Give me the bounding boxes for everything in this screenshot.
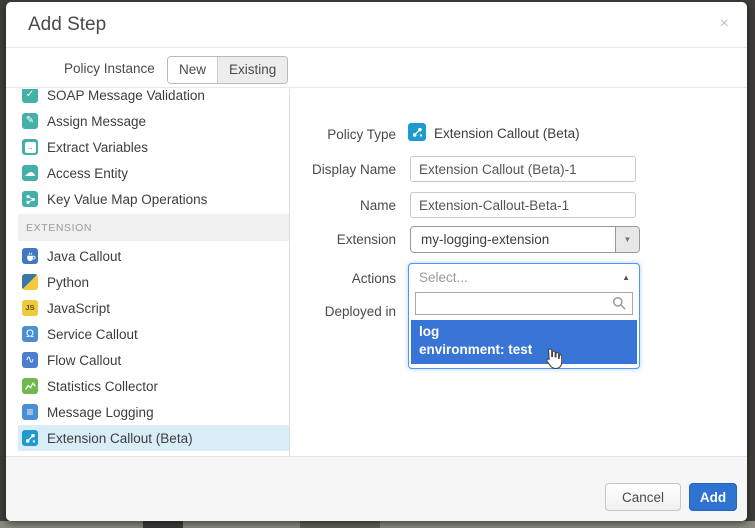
dialog-body: ✓ SOAP Message Validation ✎ Assign Message →… xyxy=(6,89,747,456)
message-logging-icon: ≡ xyxy=(22,404,38,420)
sidebar-item-label: Key Value Map Operations xyxy=(47,192,207,207)
policy-instance-row: Policy Instance New Existing xyxy=(6,48,747,88)
actions-option-line1: log xyxy=(419,323,629,341)
display-name-label: Display Name xyxy=(246,161,396,179)
access-entity-icon: ☁ xyxy=(22,165,38,181)
name-label: Name xyxy=(246,197,396,215)
cancel-button[interactable]: Cancel xyxy=(605,483,681,511)
policy-type-label: Policy Type xyxy=(246,126,396,144)
extension-select[interactable]: my-logging-extension ▼ xyxy=(410,226,640,253)
add-button[interactable]: Add xyxy=(689,483,737,511)
sidebar-item-label: Extract Variables xyxy=(47,140,148,155)
page-behind-modal-block xyxy=(143,521,183,528)
actions-placeholder: Select... xyxy=(419,270,468,285)
sidebar-item-label: Assign Message xyxy=(47,114,146,129)
extract-variables-icon: → xyxy=(22,139,38,155)
javascript-icon: JS xyxy=(22,300,38,316)
extension-select-value: my-logging-extension xyxy=(421,227,549,252)
key-value-map-icon xyxy=(22,191,38,207)
deployed-in-label: Deployed in xyxy=(246,303,396,321)
page-title: Add Step xyxy=(28,2,106,48)
policy-instance-toggle: New Existing xyxy=(167,56,288,84)
extension-label: Extension xyxy=(246,231,396,249)
name-field[interactable] xyxy=(410,192,636,218)
dialog-header: Add Step × xyxy=(6,2,747,48)
chevron-up-icon: ▲ xyxy=(622,264,630,291)
sidebar-item-label: Extension Callout (Beta) xyxy=(47,431,193,446)
sidebar-item-label: Service Callout xyxy=(47,327,138,342)
add-step-dialog: Add Step × Policy Instance New Existing … xyxy=(6,2,747,521)
extension-callout-icon xyxy=(408,123,426,141)
python-icon xyxy=(22,274,38,290)
actions-select-trigger[interactable]: Select... ▲ xyxy=(409,264,639,291)
sidebar-item-soap-message-validation[interactable]: ✓ SOAP Message Validation xyxy=(18,89,289,108)
sidebar-item-label: Python xyxy=(47,275,89,290)
sidebar-item-service-callout[interactable]: Ω Service Callout xyxy=(18,321,289,347)
sidebar-item-label: SOAP Message Validation xyxy=(47,89,205,103)
assign-message-icon: ✎ xyxy=(22,113,38,129)
chevron-down-icon: ▼ xyxy=(615,227,639,252)
statistics-icon xyxy=(22,378,38,394)
sidebar-item-label: Message Logging xyxy=(47,405,154,420)
actions-search-input[interactable] xyxy=(415,292,633,315)
page-behind-modal-block xyxy=(300,521,380,528)
policy-type-value: Extension Callout (Beta) xyxy=(434,126,580,141)
sidebar-item-label: Flow Callout xyxy=(47,353,121,368)
policy-form: Policy Type Display Name Name Extension … xyxy=(290,89,747,456)
dialog-footer: Cancel Add xyxy=(6,456,747,521)
java-icon xyxy=(22,248,38,264)
sidebar-item-extension-callout-beta[interactable]: Extension Callout (Beta) xyxy=(18,425,289,451)
sidebar-item-label: Access Entity xyxy=(47,166,128,181)
actions-search xyxy=(415,292,633,315)
extension-callout-icon xyxy=(22,430,38,446)
actions-option-line2: environment: test xyxy=(419,341,629,359)
actions-dropdown: Select... ▲ log environment: test xyxy=(408,263,640,369)
sidebar-item-message-logging[interactable]: ≡ Message Logging xyxy=(18,399,289,425)
sidebar-item-label: JavaScript xyxy=(47,301,110,316)
new-button[interactable]: New xyxy=(168,57,217,83)
existing-button[interactable]: Existing xyxy=(217,57,287,83)
actions-option-log[interactable]: log environment: test xyxy=(411,320,637,364)
sidebar-item-statistics-collector[interactable]: Statistics Collector xyxy=(18,373,289,399)
sidebar-item-label: Statistics Collector xyxy=(47,379,158,394)
sidebar-item-label: Java Callout xyxy=(47,249,121,264)
search-icon xyxy=(612,296,627,311)
soap-message-validation-icon: ✓ xyxy=(22,89,38,103)
sidebar-item-flow-callout[interactable]: ∿ Flow Callout xyxy=(18,347,289,373)
policy-instance-label: Policy Instance xyxy=(64,61,155,76)
display-name-field[interactable] xyxy=(410,156,636,182)
actions-label: Actions xyxy=(246,270,396,288)
close-icon[interactable]: × xyxy=(720,15,729,33)
service-callout-icon: Ω xyxy=(22,326,38,342)
flow-callout-icon: ∿ xyxy=(22,352,38,368)
